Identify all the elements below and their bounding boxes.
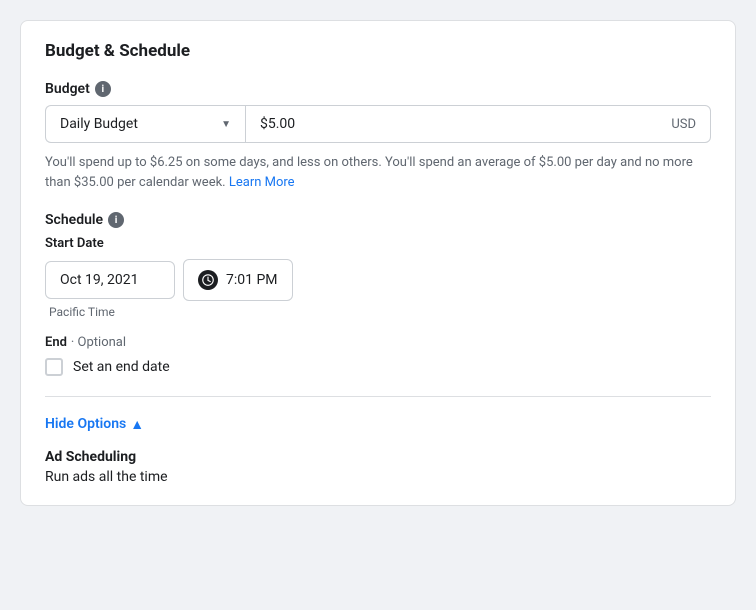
ad-scheduling-value: Run ads all the time — [45, 469, 711, 485]
optional-label: · Optional — [71, 335, 126, 350]
date-value: Oct 19, 2021 — [60, 272, 138, 288]
set-end-date-row: Set an end date — [45, 358, 711, 376]
set-end-date-checkbox[interactable] — [45, 358, 63, 376]
start-date-label: Start Date — [45, 236, 711, 251]
timezone-label: Pacific Time — [49, 305, 711, 319]
budget-type-label: Daily Budget — [60, 116, 138, 132]
ad-scheduling-title: Ad Scheduling — [45, 449, 711, 465]
budget-type-select[interactable]: Daily Budget ▼ — [45, 105, 245, 143]
clock-icon — [198, 270, 218, 290]
time-field[interactable]: 7:01 PM — [183, 259, 293, 301]
section-divider — [45, 396, 711, 397]
hide-options-link[interactable]: Hide Options ▲ — [45, 416, 144, 433]
budget-info-icon[interactable]: i — [95, 81, 111, 97]
chevron-down-icon: ▼ — [221, 119, 231, 130]
set-end-date-label: Set an end date — [73, 359, 170, 375]
learn-more-link[interactable]: Learn More — [229, 175, 295, 190]
budget-row: Daily Budget ▼ $5.00 USD — [45, 105, 711, 143]
budget-hint: You'll spend up to $6.25 on some days, a… — [45, 153, 711, 192]
budget-schedule-card: Budget & Schedule Budget i Daily Budget … — [20, 20, 736, 506]
budget-amount-field[interactable]: $5.00 USD — [245, 105, 711, 143]
budget-currency: USD — [671, 117, 696, 132]
ad-scheduling-section: Ad Scheduling Run ads all the time — [45, 449, 711, 485]
time-value: 7:01 PM — [226, 272, 278, 288]
section-title: Budget & Schedule — [45, 41, 711, 61]
schedule-info-icon[interactable]: i — [108, 212, 124, 228]
end-label-row: End · Optional — [45, 335, 711, 350]
date-time-row: Oct 19, 2021 7:01 PM — [45, 259, 711, 301]
budget-label: Budget i — [45, 81, 711, 97]
date-field[interactable]: Oct 19, 2021 — [45, 261, 175, 299]
end-label: End — [45, 335, 67, 350]
start-date-section: Start Date Oct 19, 2021 7:01 PM Pacific … — [45, 236, 711, 319]
schedule-label: Schedule i — [45, 212, 711, 228]
budget-amount-value: $5.00 — [260, 116, 295, 132]
hide-options-arrow-icon: ▲ — [130, 416, 144, 433]
